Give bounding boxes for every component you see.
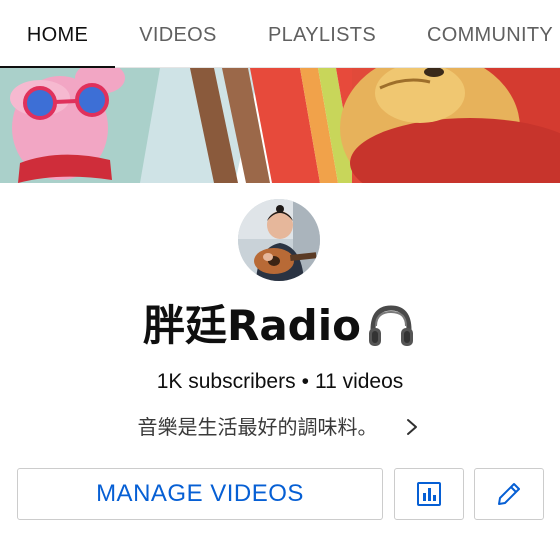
bar-chart-icon bbox=[417, 482, 441, 506]
channel-description-row[interactable]: 音樂是生活最好的調味料。 bbox=[0, 409, 560, 445]
channel-name: 胖廷Radio bbox=[143, 301, 361, 350]
analytics-button[interactable] bbox=[394, 468, 464, 520]
channel-avatar[interactable] bbox=[238, 199, 320, 281]
edit-channel-button[interactable] bbox=[474, 468, 544, 520]
tab-home[interactable]: HOME bbox=[0, 0, 115, 69]
tab-videos[interactable]: VIDEOS bbox=[128, 0, 228, 68]
tab-community[interactable]: COMMUNITY bbox=[414, 0, 560, 68]
video-count: 11 videos bbox=[314, 370, 404, 393]
channel-tabs: HOME VIDEOS PLAYLISTS COMMUNITY bbox=[0, 0, 560, 69]
channel-stats: 1K subscribers • 11 videos bbox=[0, 367, 560, 397]
tab-playlists[interactable]: PLAYLISTS bbox=[258, 0, 386, 68]
channel-description: 音樂是生活最好的調味料。 bbox=[137, 415, 378, 439]
stats-separator: • bbox=[301, 370, 309, 393]
headphones-icon bbox=[369, 305, 413, 346]
chevron-right-icon[interactable] bbox=[401, 409, 423, 445]
channel-title: 胖廷Radio bbox=[0, 296, 560, 356]
channel-banner bbox=[0, 68, 560, 183]
subscriber-count: 1K subscribers bbox=[156, 370, 296, 393]
manage-videos-button[interactable]: MANAGE VIDEOS bbox=[17, 468, 383, 520]
pencil-icon bbox=[498, 483, 520, 505]
